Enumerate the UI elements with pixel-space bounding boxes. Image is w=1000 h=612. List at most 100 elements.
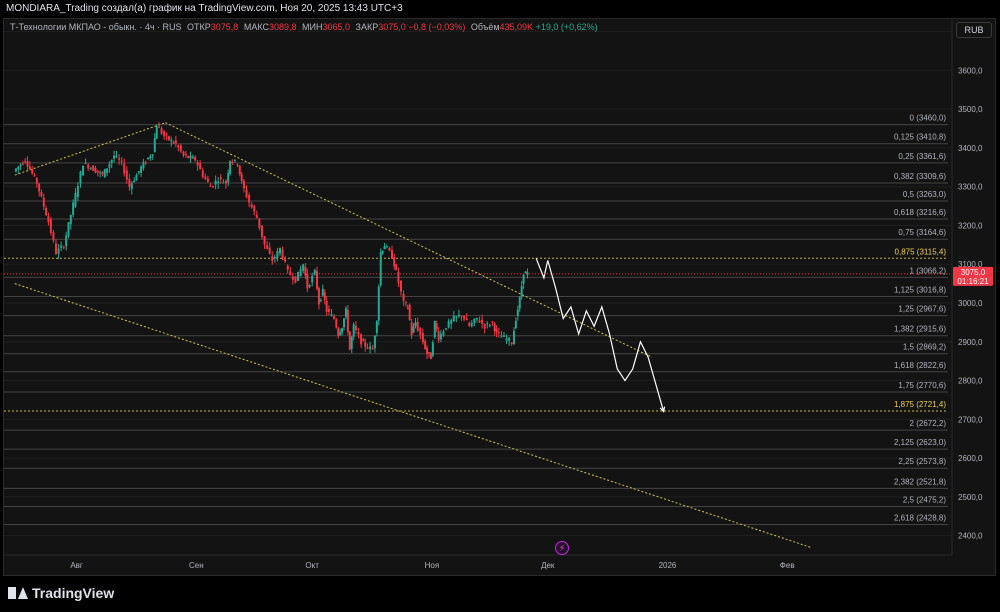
time-tick-label: Дек <box>541 561 555 570</box>
candle-body <box>19 164 22 167</box>
currency-button[interactable]: RUB <box>956 22 992 38</box>
candle-body <box>99 172 102 174</box>
candle-body <box>189 155 192 158</box>
candle-body <box>142 162 145 169</box>
candle-body <box>502 335 505 337</box>
candle-body <box>137 171 140 173</box>
candle-body <box>92 165 95 171</box>
price-tick-label: 2500,0 <box>958 493 983 502</box>
candle-body <box>381 250 384 254</box>
candle-body <box>28 166 31 170</box>
candle-body <box>377 286 380 321</box>
candle-body <box>442 331 445 336</box>
candle-body <box>108 164 111 168</box>
candle-body <box>118 158 121 160</box>
candle-body <box>424 341 427 349</box>
price-tick-label: 3400,0 <box>958 144 983 153</box>
candle-body <box>284 259 287 262</box>
candle-body <box>255 214 258 218</box>
fib-level-label: 0,875 (3115,4) <box>895 247 947 256</box>
candle-body <box>408 304 411 321</box>
candle-body <box>321 288 324 296</box>
price-tick-label: 3000,0 <box>958 299 983 308</box>
candle-body <box>128 178 131 188</box>
fib-level-label: 0 (3460,0) <box>910 114 947 123</box>
chart-canvas[interactable]: 0 (3460,0) 0,125 (3410,8) 0,25 (3361,6) 0,3… <box>0 0 1000 612</box>
candle-body <box>113 155 116 159</box>
candle-body <box>115 155 118 157</box>
candle-body <box>433 321 436 338</box>
candle-body <box>47 216 50 223</box>
candle-body <box>147 157 150 159</box>
candle-body <box>133 180 136 182</box>
candle-body <box>302 264 305 271</box>
fib-level-label: 1,618 (2822,6) <box>894 361 946 370</box>
candle-body <box>371 348 374 350</box>
candle-body <box>196 162 199 166</box>
candle-body <box>240 174 243 182</box>
candle-body <box>38 183 41 192</box>
candle-body <box>79 171 82 184</box>
candle-body <box>414 322 417 327</box>
candle-body <box>214 180 217 185</box>
candle-body <box>447 321 450 328</box>
candle-body <box>508 337 511 341</box>
candle-body <box>222 182 225 184</box>
candle-body <box>67 222 70 237</box>
tradingview-logo: TradingView <box>8 585 114 601</box>
candle-body <box>82 165 85 176</box>
candle-body <box>33 175 36 177</box>
candle-body <box>14 168 17 172</box>
candle-body <box>452 315 455 322</box>
horizontal-grid <box>4 31 952 537</box>
close-label: ЗАКР <box>355 22 379 32</box>
candle-body <box>410 322 413 336</box>
candle-body <box>182 151 185 156</box>
lightning-icon[interactable]: ⚡ <box>555 541 569 555</box>
candle-body <box>421 333 424 343</box>
candle-body <box>62 247 65 249</box>
candle-body <box>40 191 43 197</box>
volume-change: +19,0 (+0,62%) <box>535 22 598 32</box>
candle-body <box>17 166 20 170</box>
price-tick-label: 3300,0 <box>958 183 983 192</box>
candle-body <box>404 302 407 304</box>
candle-body <box>76 185 79 198</box>
candle-body <box>245 189 248 198</box>
candle-body <box>463 316 466 320</box>
candle-body <box>209 185 212 187</box>
candle-body <box>495 328 498 333</box>
candle-body <box>520 285 523 297</box>
candle-body <box>406 307 409 309</box>
candle-body <box>172 142 175 144</box>
price-axis: 3700,03600,03500,03400,03300,03200,03100… <box>951 20 983 555</box>
candle-body <box>493 323 496 331</box>
channel-upper-line <box>165 122 653 358</box>
candle-body <box>278 248 281 254</box>
candle-body <box>170 139 173 142</box>
candle-body <box>89 168 92 170</box>
candle-body <box>327 308 330 313</box>
candle-body <box>400 280 402 292</box>
open-label: ОТКР <box>187 22 211 32</box>
symbol-name[interactable]: Т-Технологии МКПАО - обыкн. · 4ч · RUS <box>10 22 182 32</box>
candle-body <box>486 323 489 325</box>
candle-body <box>96 170 99 173</box>
fib-level-label: 0,5 (3263,0) <box>903 190 946 199</box>
symbol-info-line: Т-Технологии МКПАО - обыкн. · 4ч · RUS О… <box>10 22 598 32</box>
candle-body <box>465 318 468 321</box>
price-tick-label: 2700,0 <box>958 415 983 424</box>
candle-body <box>373 335 376 349</box>
fib-level-label: 2,618 (2428,8) <box>894 513 946 522</box>
candle-body <box>69 214 72 225</box>
candle-body <box>369 346 372 350</box>
candle-body <box>512 331 515 345</box>
candle-body <box>419 327 422 336</box>
candle-body <box>163 131 166 137</box>
candle-body <box>217 181 220 184</box>
candle-body <box>204 176 207 179</box>
price-tick-label: 3200,0 <box>958 221 983 230</box>
candle-body <box>473 318 476 323</box>
candle-body <box>87 164 90 169</box>
candle-body <box>481 319 484 324</box>
